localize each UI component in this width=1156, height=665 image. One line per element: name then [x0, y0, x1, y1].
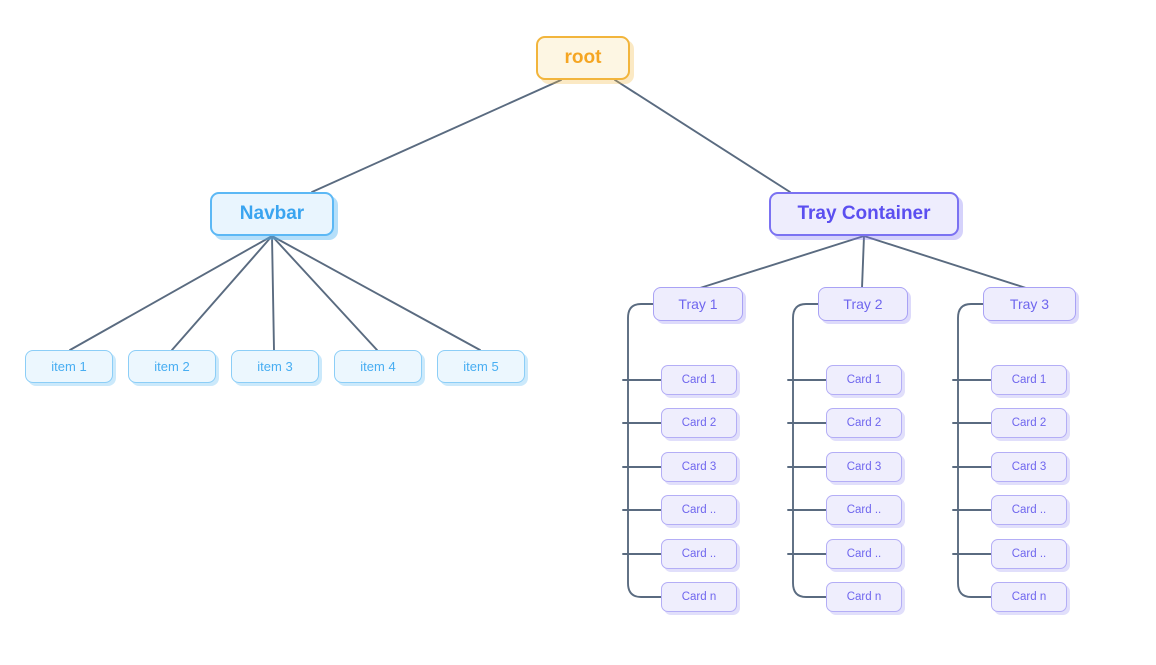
- node-navbar-item-1[interactable]: item 1: [25, 350, 113, 383]
- node-navbar-item-3[interactable]: item 3: [231, 350, 319, 383]
- node-navbar[interactable]: Navbar: [210, 192, 334, 236]
- edge-navbar-item-2: [171, 235, 273, 351]
- node-tray-2-card-3[interactable]: Card 3: [826, 452, 902, 482]
- node-root[interactable]: root: [536, 36, 630, 80]
- node-tray-2-card-4[interactable]: Card ..: [826, 495, 902, 525]
- node-tray-1-card-2[interactable]: Card 2: [661, 408, 737, 438]
- node-navbar-item-2[interactable]: item 2: [128, 350, 216, 383]
- node-tray-1-card-4[interactable]: Card ..: [661, 495, 737, 525]
- node-tray-3-card-1[interactable]: Card 1: [991, 365, 1067, 395]
- node-navbar-item-5[interactable]: item 5: [437, 350, 525, 383]
- node-tray-1-card-5[interactable]: Card ..: [661, 539, 737, 569]
- edge-root-navbar: [311, 79, 562, 193]
- node-tray-2-card-6[interactable]: Card n: [826, 582, 902, 612]
- tree-diagram-canvas: root Navbar item 1 item 2 item 3 item 4 …: [0, 0, 1156, 665]
- edge-tray-container-tray-1: [699, 235, 865, 289]
- node-tray-3-card-3[interactable]: Card 3: [991, 452, 1067, 482]
- node-tray-3-card-5[interactable]: Card ..: [991, 539, 1067, 569]
- edge-navbar-item-4: [271, 235, 378, 351]
- node-tray-3-card-6[interactable]: Card n: [991, 582, 1067, 612]
- trunk-tray-1: [627, 303, 662, 598]
- edge-navbar-item-5: [271, 235, 481, 351]
- edge-navbar-item-1: [69, 235, 273, 351]
- node-tray-1[interactable]: Tray 1: [653, 287, 743, 321]
- edge-tray-container-tray-2: [861, 235, 865, 289]
- node-tray-3[interactable]: Tray 3: [983, 287, 1076, 321]
- node-tray-2-card-2[interactable]: Card 2: [826, 408, 902, 438]
- edge-tray-container-tray-3: [863, 235, 1027, 289]
- edge-root-tray-container: [614, 79, 791, 193]
- trunk-tray-3: [957, 303, 992, 598]
- node-tray-container[interactable]: Tray Container: [769, 192, 959, 236]
- node-tray-2[interactable]: Tray 2: [818, 287, 908, 321]
- node-tray-3-card-2[interactable]: Card 2: [991, 408, 1067, 438]
- node-tray-1-card-1[interactable]: Card 1: [661, 365, 737, 395]
- node-tray-2-card-5[interactable]: Card ..: [826, 539, 902, 569]
- connector-layer: [69, 79, 1027, 598]
- node-navbar-item-4[interactable]: item 4: [334, 350, 422, 383]
- edge-navbar-item-3: [271, 235, 275, 351]
- node-tray-3-card-4[interactable]: Card ..: [991, 495, 1067, 525]
- node-tray-2-card-1[interactable]: Card 1: [826, 365, 902, 395]
- trunk-tray-2: [792, 303, 827, 598]
- node-tray-1-card-6[interactable]: Card n: [661, 582, 737, 612]
- node-tray-1-card-3[interactable]: Card 3: [661, 452, 737, 482]
